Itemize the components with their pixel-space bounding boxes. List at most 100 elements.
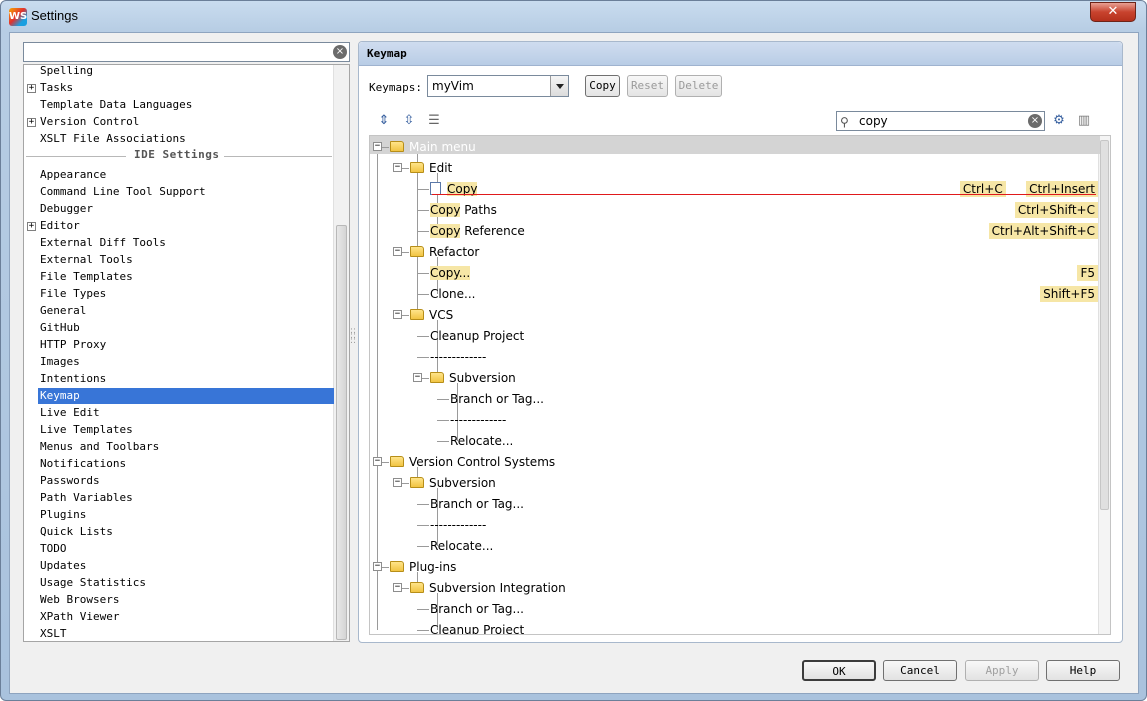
splitter-handle[interactable]: :::::: — [350, 327, 356, 346]
shortcut-badge: Ctrl+Shift+C — [1014, 202, 1098, 218]
settings-tree-item-general[interactable]: General — [40, 303, 86, 319]
settings-tree-item-github[interactable]: GitHub — [40, 320, 80, 336]
settings-tree-item-usage-statistics[interactable]: Usage Statistics — [40, 575, 146, 591]
keymap-tree-row[interactable]: ------------- — [450, 410, 506, 430]
ok-button[interactable]: OK — [802, 660, 876, 681]
settings-tree-item-tasks[interactable]: Tasks — [40, 80, 73, 96]
settings-tree-item-notifications[interactable]: Notifications — [40, 456, 126, 472]
settings-tree-item-updates[interactable]: Updates — [40, 558, 86, 574]
row-label: Paths — [460, 203, 497, 217]
keymap-tree-row[interactable]: Plug-ins — [390, 557, 456, 577]
keymap-tree-row[interactable]: Subversion Integration — [410, 578, 566, 598]
keymap-select[interactable]: myVim — [427, 75, 569, 97]
clear-icon[interactable]: × — [1028, 114, 1042, 128]
apply-button[interactable]: Apply — [965, 660, 1039, 681]
settings-tree-scrollbar[interactable] — [333, 65, 349, 641]
expand-all-icon[interactable]: ⇕ — [375, 112, 393, 130]
settings-tree-item-http-proxy[interactable]: HTTP Proxy — [40, 337, 106, 353]
keymap-tree-row[interactable]: Clone... — [430, 284, 476, 304]
expand-icon[interactable]: + — [27, 118, 36, 127]
collapse-icon[interactable]: − — [373, 142, 382, 151]
keymap-tree-row[interactable]: Branch or Tag... — [450, 389, 544, 409]
scrollbar-thumb[interactable] — [336, 225, 347, 640]
settings-tree-item-path-variables[interactable]: Path Variables — [40, 490, 133, 506]
settings-tree-item-keymap[interactable]: Keymap — [40, 388, 80, 404]
settings-tree-item-external-diff-tools[interactable]: External Diff Tools — [40, 235, 166, 251]
keymap-tree-row[interactable]: Copy Reference — [430, 221, 525, 241]
keymap-tree-row[interactable]: Copy Paths — [430, 200, 497, 220]
collapse-icon[interactable]: − — [393, 583, 402, 592]
settings-tree-item-editor[interactable]: Editor — [40, 218, 80, 234]
keymap-tree-row[interactable]: Subversion — [410, 473, 496, 493]
settings-tree-item-images[interactable]: Images — [40, 354, 80, 370]
tree-connector — [437, 441, 449, 442]
close-window-button[interactable]: ✕ — [1090, 2, 1136, 22]
keymap-tree-row[interactable]: Branch or Tag... — [430, 599, 524, 619]
settings-tree-item-spelling[interactable]: Spelling — [40, 65, 93, 79]
keymap-tree-row[interactable]: Main menu — [390, 137, 476, 157]
collapse-icon[interactable]: − — [393, 478, 402, 487]
find-by-shortcut-icon[interactable]: ⚙ — [1050, 112, 1068, 130]
settings-tree-item-passwords[interactable]: Passwords — [40, 473, 100, 489]
clear-filter-icon[interactable]: ▥ — [1075, 112, 1093, 130]
expand-icon[interactable]: + — [27, 222, 36, 231]
settings-tree-item-xpath-viewer[interactable]: XPath Viewer — [40, 609, 119, 625]
keymap-tree-row[interactable]: Version Control Systems — [390, 452, 555, 472]
settings-search-input[interactable]: × — [23, 42, 350, 62]
settings-tree-item-file-templates[interactable]: File Templates — [40, 269, 133, 285]
collapse-icon[interactable]: − — [373, 457, 382, 466]
keymap-filter-input[interactable]: ⚲ copy × — [836, 111, 1045, 131]
clear-icon[interactable]: × — [333, 45, 347, 59]
settings-tree-item-xslt[interactable]: XSLT — [40, 626, 67, 641]
settings-tree-item-appearance[interactable]: Appearance — [40, 167, 106, 183]
keymap-tree-row[interactable]: VCS — [410, 305, 453, 325]
settings-tree-item-live-edit[interactable]: Live Edit — [40, 405, 100, 421]
collapse-icon[interactable]: − — [393, 310, 402, 319]
keymap-tree-row[interactable]: Cleanup Project — [430, 620, 524, 634]
keymap-tree-row[interactable]: ------------- — [430, 515, 486, 535]
copy-keymap-button[interactable]: Copy — [585, 75, 620, 97]
settings-tree-item-quick-lists[interactable]: Quick Lists — [40, 524, 113, 540]
settings-tree-item-menus-and-toolbars[interactable]: Menus and Toolbars — [40, 439, 159, 455]
settings-tree-item-live-templates[interactable]: Live Templates — [40, 422, 133, 438]
settings-tree-item-debugger[interactable]: Debugger — [40, 201, 93, 217]
keymap-tree-row[interactable]: Subversion — [430, 368, 516, 388]
keymap-tree-row[interactable]: Copy — [430, 179, 478, 199]
settings-tree-item-web-browsers[interactable]: Web Browsers — [40, 592, 119, 608]
chevron-down-icon[interactable] — [550, 76, 568, 96]
settings-tree-item-todo[interactable]: TODO — [40, 541, 67, 557]
keymap-tree-row[interactable]: Edit — [410, 158, 452, 178]
scrollbar-thumb[interactable] — [1100, 140, 1109, 510]
collapse-icon[interactable]: − — [373, 562, 382, 571]
settings-tree-item-file-types[interactable]: File Types — [40, 286, 106, 302]
collapse-all-icon[interactable]: ⇳ — [400, 112, 418, 130]
search-icon: ⚲ — [840, 115, 849, 129]
collapse-icon[interactable]: − — [393, 163, 402, 172]
keymap-tree-row[interactable]: Refactor — [410, 242, 479, 262]
settings-tree-item-external-tools[interactable]: External Tools — [40, 252, 133, 268]
cancel-button[interactable]: Cancel — [883, 660, 957, 681]
collapse-icon[interactable]: − — [393, 247, 402, 256]
settings-tree-item-intentions[interactable]: Intentions — [40, 371, 106, 387]
settings-tree-item-xslt-file-associations[interactable]: XSLT File Associations — [40, 131, 186, 147]
keymap-tree-row[interactable]: Cleanup Project — [430, 326, 524, 346]
settings-tree-item-template-data-languages[interactable]: Template Data Languages — [40, 97, 192, 113]
keymap-tree-row[interactable]: ------------- — [430, 347, 486, 367]
settings-tree-item-command-line-tool-support[interactable]: Command Line Tool Support — [40, 184, 206, 200]
collapse-icon[interactable]: − — [413, 373, 422, 382]
keymap-tree-row[interactable]: Relocate... — [450, 431, 513, 451]
settings-tree-item-plugins[interactable]: Plugins — [40, 507, 86, 523]
keymap-tree-row[interactable]: Copy... — [430, 263, 471, 283]
keymap-tree-row[interactable]: Branch or Tag... — [430, 494, 524, 514]
edit-shortcuts-icon[interactable]: ☰ — [425, 112, 443, 130]
settings-tree-item-version-control[interactable]: Version Control — [40, 114, 139, 130]
row-label: Subversion — [429, 476, 496, 490]
tree-connector — [417, 189, 429, 190]
expand-icon[interactable]: + — [27, 84, 36, 93]
tree-connector — [417, 231, 429, 232]
reset-keymap-button[interactable]: Reset — [627, 75, 668, 97]
keymap-tree-scrollbar[interactable] — [1098, 136, 1110, 634]
delete-keymap-button[interactable]: Delete — [675, 75, 722, 97]
help-button[interactable]: Help — [1046, 660, 1120, 681]
keymap-tree-row[interactable]: Relocate... — [430, 536, 493, 556]
